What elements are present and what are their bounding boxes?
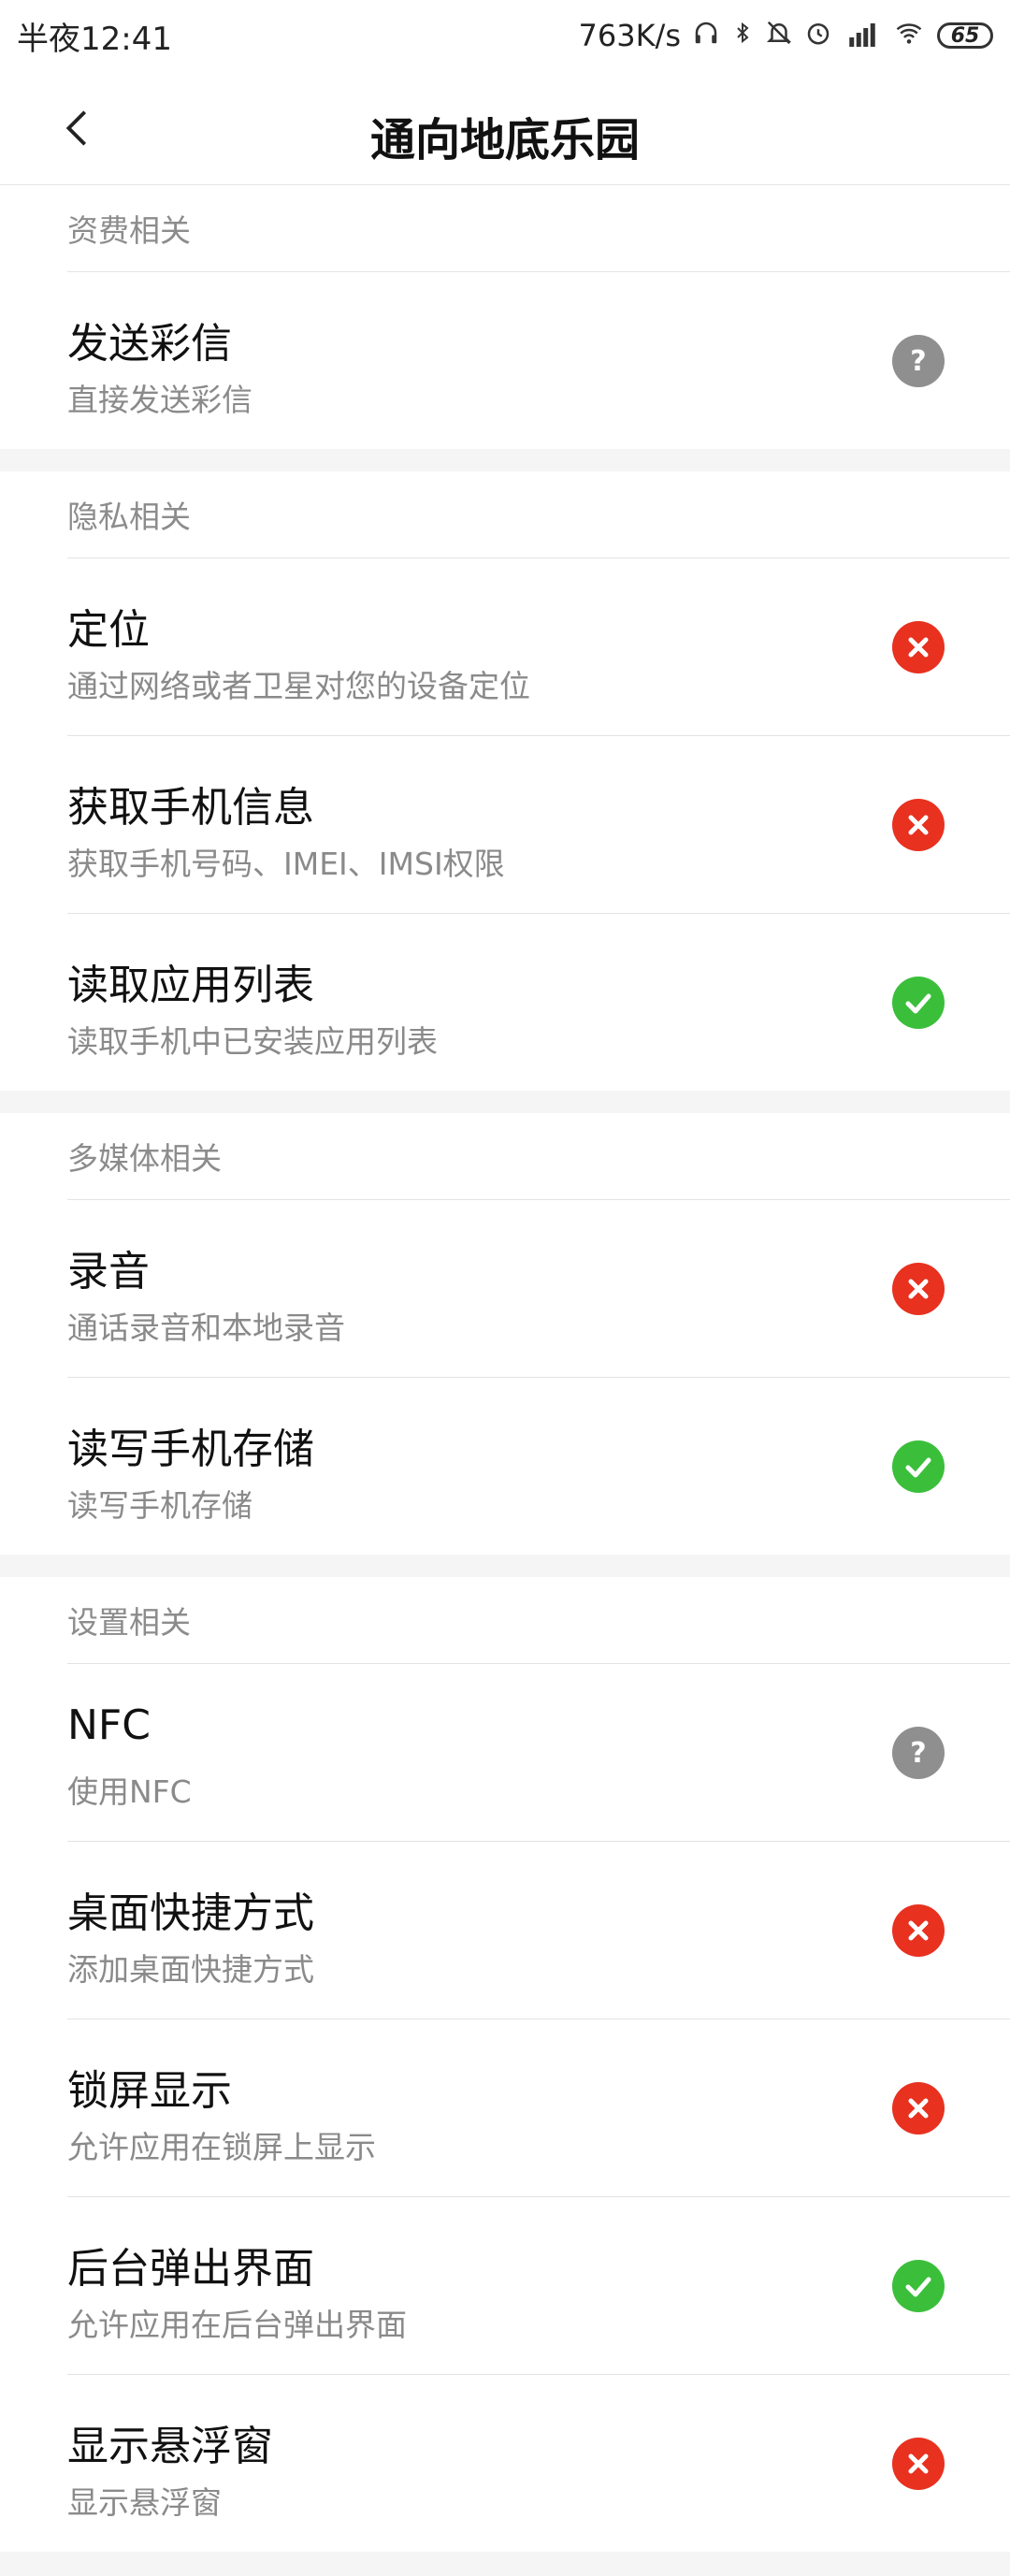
permission-row[interactable]: 读取应用列表读取手机中已安装应用列表: [67, 913, 1010, 1091]
permission-subtitle: 获取手机号码、IMEI、IMSI权限: [67, 846, 505, 882]
allow-check-icon[interactable]: [892, 977, 945, 1029]
permission-subtitle: 通话录音和本地录音: [67, 1310, 345, 1346]
section-header: 多媒体相关: [67, 1140, 222, 1177]
permission-title: 定位: [67, 606, 150, 654]
permission-title: 读取应用列表: [67, 962, 314, 1009]
permission-title: 获取手机信息: [67, 784, 314, 832]
alarm-icon: [804, 19, 832, 52]
permission-title: 锁屏显示: [67, 2067, 232, 2115]
permission-subtitle: 通过网络或者卫星对您的设备定位: [67, 668, 530, 704]
headphones-icon: [692, 19, 720, 52]
permission-subtitle: 允许应用在后台弹出界面: [67, 2307, 407, 2343]
network-speed: 763K/s: [578, 18, 681, 53]
deny-x-icon[interactable]: [892, 1263, 945, 1315]
section: 设置相关 NFC 使用NFC? 桌面快捷方式添加桌面快捷方式锁屏显示允许应用在锁屏上显…: [0, 1577, 1010, 2552]
permission-row[interactable]: 获取手机信息获取手机号码、IMEI、IMSI权限: [67, 735, 1010, 913]
permission-sections: 资费相关 发送彩信 直接发送彩信? 隐私相关 定位 通过网络或者卫星对您的设备定位 获取手机…: [0, 185, 1010, 2552]
section-header: 隐私相关: [67, 499, 191, 535]
permission-row[interactable]: 桌面快捷方式添加桌面快捷方式: [67, 1841, 1010, 2019]
mute-bell-icon: [765, 19, 793, 52]
permission-subtitle: 直接发送彩信: [67, 382, 252, 418]
permission-subtitle: 使用NFC: [67, 1773, 192, 1810]
permission-title: 显示悬浮窗: [67, 2423, 273, 2470]
allow-check-icon[interactable]: [892, 2260, 945, 2312]
deny-x-icon[interactable]: [892, 621, 945, 673]
permission-row[interactable]: 读写手机存储 读写手机存储: [67, 1377, 1010, 1555]
permission-title: 桌面快捷方式: [67, 1889, 314, 1937]
deny-x-icon[interactable]: [892, 799, 945, 851]
page-title: 通向地底乐园: [369, 114, 640, 166]
permission-row[interactable]: 显示悬浮窗 显示悬浮窗: [67, 2374, 1010, 2552]
ask-question-icon[interactable]: ?: [892, 1727, 945, 1779]
section-header: 设置相关: [67, 1604, 191, 1641]
svg-text:?: ?: [910, 345, 926, 378]
permission-title: 录音: [67, 1248, 150, 1295]
deny-x-icon[interactable]: [892, 1904, 945, 1957]
permission-row[interactable]: 定位通过网络或者卫星对您的设备定位: [67, 557, 1010, 735]
permission-row[interactable]: 录音通话录音和本地录音: [67, 1199, 1010, 1377]
status-icons: 763K/s 65: [578, 18, 993, 53]
allow-check-icon[interactable]: [892, 1440, 945, 1493]
permission-subtitle: 添加桌面快捷方式: [67, 1951, 314, 1988]
permission-title: NFC: [67, 1701, 151, 1749]
permission-title: 后台弹出界面: [67, 2245, 314, 2293]
permission-row[interactable]: NFC 使用NFC?: [67, 1663, 1010, 1841]
permission-title: 读写手机存储: [67, 1425, 314, 1473]
permission-title: 发送彩信: [67, 320, 232, 368]
battery-indicator: 65: [937, 22, 993, 49]
status-bar: 半夜12:41 763K/s 65: [0, 0, 1010, 71]
bluetooth-icon: [731, 19, 754, 52]
permission-row[interactable]: 锁屏显示允许应用在锁屏上显示: [67, 2019, 1010, 2196]
permission-row[interactable]: 发送彩信直接发送彩信?: [67, 271, 1010, 449]
permission-subtitle: 读取手机中已安装应用列表: [67, 1023, 438, 1060]
permission-subtitle: 读写手机存储: [67, 1487, 252, 1524]
ask-question-icon[interactable]: ?: [892, 335, 945, 387]
svg-text:?: ?: [910, 1737, 926, 1770]
deny-x-icon[interactable]: [892, 2438, 945, 2490]
section-header: 资费相关: [67, 212, 191, 249]
deny-x-icon[interactable]: [892, 2082, 945, 2135]
permission-subtitle: 显示悬浮窗: [67, 2484, 222, 2521]
permission-row[interactable]: 后台弹出界面允许应用在后台弹出界面: [67, 2196, 1010, 2374]
section: 隐私相关定位通过网络或者卫星对您的设备定位获取手机信息获取手机号码、IMEI、I…: [0, 471, 1010, 1091]
wifi-icon: [892, 19, 926, 52]
title-bar: 通向地底乐园: [0, 71, 1010, 185]
status-time: 半夜12:41: [17, 20, 172, 58]
permission-subtitle: 允许应用在锁屏上显示: [67, 2129, 376, 2165]
section: 资费相关发送彩信直接发送彩信?: [0, 185, 1010, 449]
section: 多媒体相关 录音 通话录音和本地录音 读写手机存储 读写手机存储: [0, 1113, 1010, 1555]
signal-icon: [844, 19, 881, 52]
